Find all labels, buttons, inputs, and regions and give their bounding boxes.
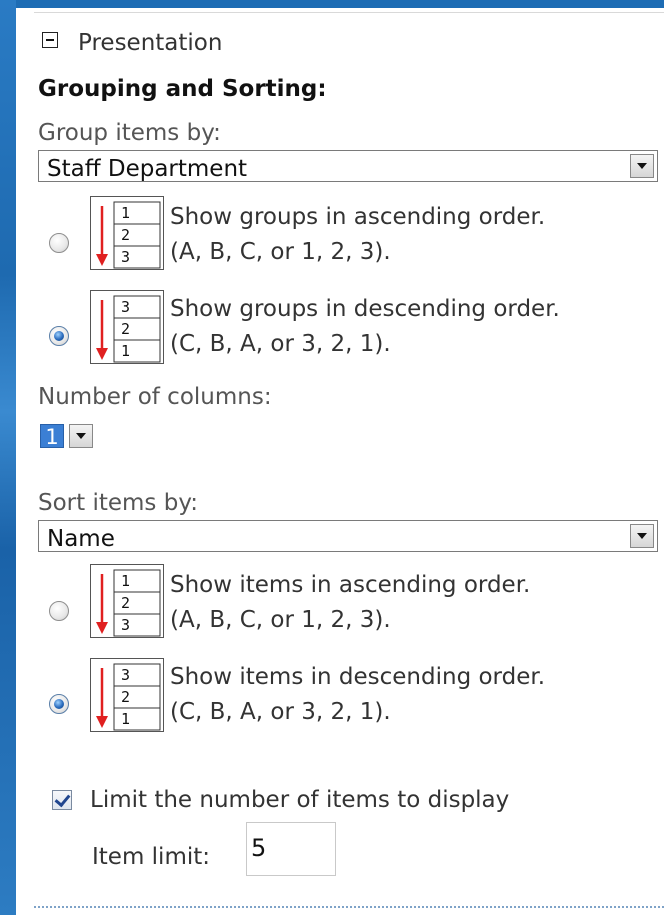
items-descending-radio[interactable] <box>49 694 69 714</box>
sort-items-by-label: Sort items by: <box>38 490 199 516</box>
svg-text:3: 3 <box>121 298 130 316</box>
group-items-by-value: Staff Department <box>47 156 248 182</box>
svg-text:1: 1 <box>121 710 130 728</box>
limit-items-label: Limit the number of items to display <box>90 787 510 813</box>
svg-text:3: 3 <box>121 666 130 684</box>
svg-text:1: 1 <box>121 572 130 590</box>
group-items-by-select[interactable]: Staff Department <box>38 150 658 182</box>
chevron-down-icon[interactable] <box>630 154 654 178</box>
sort-ascending-icon: 1 2 3 <box>90 196 164 270</box>
sort-items-by-value: Name <box>47 526 115 552</box>
item-limit-input[interactable] <box>251 834 331 862</box>
dotted-divider <box>34 906 664 908</box>
group-items-by-label: Group items by: <box>38 120 221 146</box>
group-descending-example: (C, B, A, or 3, 2, 1). <box>170 331 391 357</box>
number-of-columns-label: Number of columns: <box>38 384 272 410</box>
grouping-sorting-title: Grouping and Sorting: <box>38 76 327 102</box>
item-limit-label: Item limit: <box>92 844 211 870</box>
collapse-icon[interactable] <box>42 32 58 48</box>
number-of-columns-select[interactable]: 1 <box>38 420 108 452</box>
group-ascending-example: (A, B, C, or 1, 2, 3). <box>170 239 391 265</box>
divider <box>34 12 664 13</box>
chevron-down-icon[interactable] <box>630 524 654 548</box>
sort-descending-icon: 3 2 1 <box>90 658 164 732</box>
svg-text:2: 2 <box>121 688 130 706</box>
svg-text:3: 3 <box>121 616 130 634</box>
items-ascending-radio[interactable] <box>49 601 69 621</box>
svg-text:2: 2 <box>121 320 130 338</box>
group-descending-text: Show groups in descending order. <box>170 296 560 322</box>
sort-ascending-icon: 1 2 3 <box>90 564 164 638</box>
web-part-tool-pane: Presentation Grouping and Sorting: Group… <box>16 8 664 915</box>
items-descending-text: Show items in descending order. <box>170 664 546 690</box>
chevron-down-icon[interactable] <box>69 424 93 448</box>
items-descending-example: (C, B, A, or 3, 2, 1). <box>170 699 391 725</box>
background-strip <box>0 0 16 915</box>
svg-text:1: 1 <box>121 204 130 222</box>
top-edge <box>0 0 664 8</box>
item-limit-field[interactable] <box>246 822 336 876</box>
group-descending-radio[interactable] <box>49 326 69 346</box>
svg-text:2: 2 <box>121 594 130 612</box>
svg-text:2: 2 <box>121 226 130 244</box>
items-ascending-example: (A, B, C, or 1, 2, 3). <box>170 607 391 633</box>
group-ascending-radio[interactable] <box>49 233 69 253</box>
number-of-columns-value: 1 <box>40 424 64 449</box>
sort-descending-icon: 3 2 1 <box>90 290 164 364</box>
sort-items-by-select[interactable]: Name <box>38 520 658 552</box>
svg-text:3: 3 <box>121 248 130 266</box>
limit-items-checkbox[interactable] <box>52 790 72 810</box>
items-ascending-text: Show items in ascending order. <box>170 572 531 598</box>
svg-text:1: 1 <box>121 342 130 360</box>
group-ascending-text: Show groups in ascending order. <box>170 204 546 230</box>
presentation-header[interactable]: Presentation <box>78 32 222 55</box>
